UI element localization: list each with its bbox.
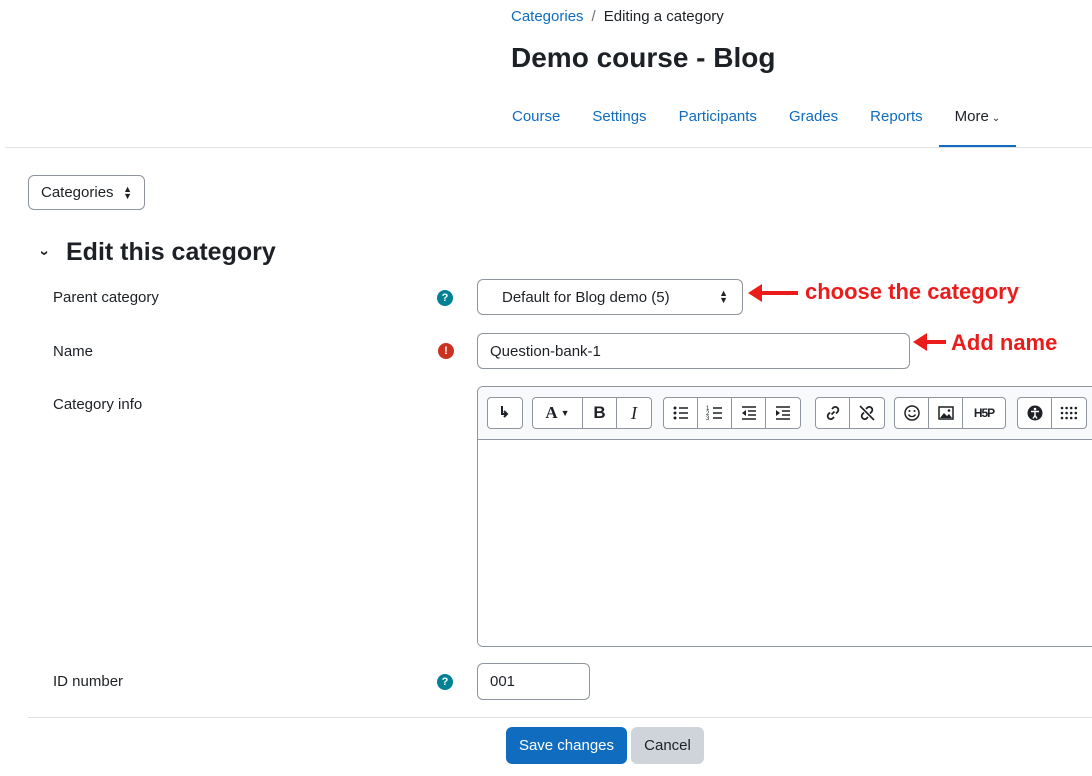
required-icon: ! bbox=[438, 343, 454, 359]
breadcrumb-current: Editing a category bbox=[603, 8, 724, 25]
more-tools-grid-icon[interactable] bbox=[1052, 398, 1086, 428]
nav-divider bbox=[5, 147, 1092, 148]
show-more-buttons-icon[interactable] bbox=[488, 398, 522, 428]
tab-grades[interactable]: Grades bbox=[773, 96, 854, 148]
breadcrumb: Categories / Editing a category bbox=[511, 8, 724, 25]
parent-category-select[interactable]: Default for Blog demo (5) ▲ ▼ bbox=[477, 279, 743, 315]
paragraph-styles-icon[interactable]: A ▼ bbox=[533, 398, 583, 428]
annotation-add-name: Add name bbox=[951, 330, 1058, 355]
help-icon[interactable]: ? bbox=[437, 674, 453, 690]
tab-more-label: More bbox=[954, 108, 989, 125]
page-title: Demo course - Blog bbox=[511, 42, 776, 73]
ordered-list-icon[interactable]: 123 bbox=[698, 398, 732, 428]
name-label: Name bbox=[53, 343, 94, 360]
select-arrows-icon: ▲ ▼ bbox=[123, 183, 132, 201]
editor-toolbar: A ▼ B I 123 H5P bbox=[478, 387, 1092, 440]
name-input[interactable] bbox=[477, 333, 910, 369]
emoji-icon[interactable] bbox=[895, 398, 929, 428]
svg-text:3: 3 bbox=[706, 416, 710, 422]
bold-icon[interactable]: B bbox=[583, 398, 617, 428]
tab-settings[interactable]: Settings bbox=[576, 96, 662, 148]
annotation-arrow-icon bbox=[913, 333, 946, 351]
breadcrumb-categories-link[interactable]: Categories bbox=[511, 8, 584, 25]
save-changes-button[interactable]: Save changes bbox=[506, 727, 627, 764]
link-icon[interactable] bbox=[816, 398, 850, 428]
h5p-icon[interactable]: H5P bbox=[963, 398, 1005, 428]
categories-select[interactable]: Categories ▲ ▼ bbox=[28, 175, 145, 210]
unordered-list-icon[interactable] bbox=[664, 398, 698, 428]
category-info-textarea[interactable] bbox=[478, 440, 1092, 646]
accessibility-icon[interactable] bbox=[1018, 398, 1052, 428]
toolbar-group-links bbox=[815, 397, 885, 429]
chevron-down-icon[interactable]: › bbox=[35, 245, 53, 261]
indent-icon[interactable] bbox=[766, 398, 800, 428]
id-number-input[interactable] bbox=[477, 663, 590, 700]
parent-category-value: Default for Blog demo (5) bbox=[502, 288, 670, 306]
parent-category-label: Parent category bbox=[53, 289, 159, 306]
help-icon[interactable]: ? bbox=[437, 290, 453, 306]
select-arrows-icon: ▲ ▼ bbox=[719, 288, 728, 305]
category-info-editor: A ▼ B I 123 H5P bbox=[477, 386, 1092, 647]
tab-reports[interactable]: Reports bbox=[854, 96, 939, 148]
toolbar-group-media: H5P bbox=[894, 397, 1006, 429]
tab-participants[interactable]: Participants bbox=[663, 96, 773, 148]
section-header[interactable]: › Edit this category bbox=[36, 238, 276, 267]
id-number-label: ID number bbox=[53, 673, 124, 690]
section-title: Edit this category bbox=[66, 238, 276, 266]
annotation-arrow-icon bbox=[748, 284, 798, 302]
toolbar-group-lists: 123 bbox=[663, 397, 801, 429]
tab-more[interactable]: More ⌄ bbox=[938, 96, 1017, 148]
annotation-choose-category: choose the category bbox=[805, 279, 1019, 304]
unlink-icon[interactable] bbox=[850, 398, 884, 428]
form-divider bbox=[28, 717, 1092, 718]
cancel-button[interactable]: Cancel bbox=[631, 727, 704, 764]
toolbar-group-accessibility bbox=[1017, 397, 1087, 429]
toolbar-group-style: A ▼ B I bbox=[532, 397, 652, 429]
italic-icon[interactable]: I bbox=[617, 398, 651, 428]
breadcrumb-separator: / bbox=[591, 8, 596, 25]
course-nav: Course Settings Participants Grades Repo… bbox=[496, 96, 1017, 148]
tab-course[interactable]: Course bbox=[496, 96, 576, 148]
chevron-down-icon: ⌄ bbox=[991, 113, 1001, 124]
toolbar-group-toggle bbox=[487, 397, 523, 429]
category-info-label: Category info bbox=[53, 396, 143, 413]
image-icon[interactable] bbox=[929, 398, 963, 428]
categories-select-value: Categories bbox=[41, 184, 114, 201]
outdent-icon[interactable] bbox=[732, 398, 766, 428]
